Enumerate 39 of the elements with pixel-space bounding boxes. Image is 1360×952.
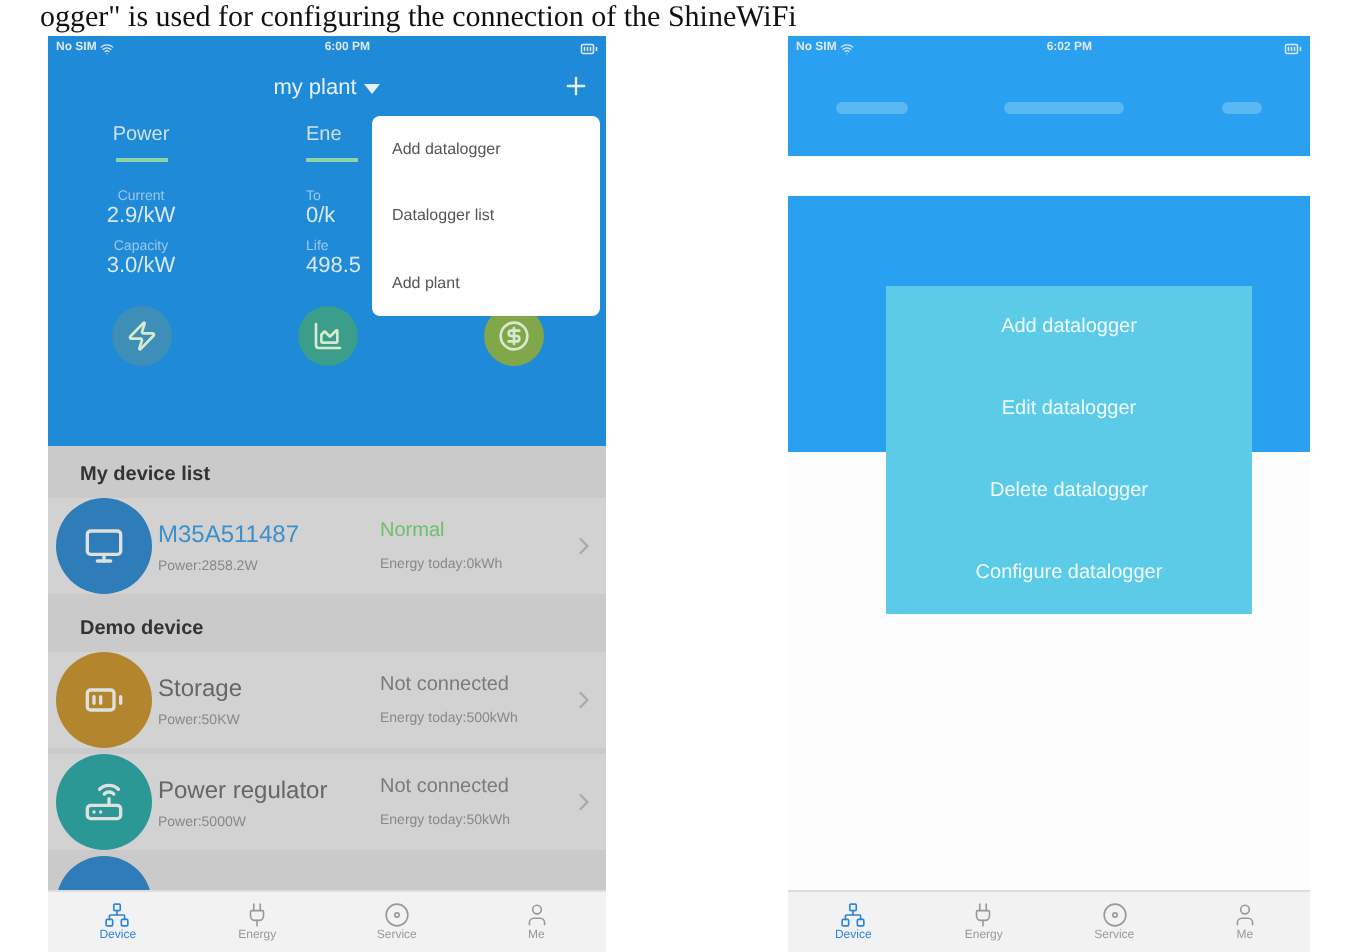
tab-underline: [115, 158, 167, 162]
menu-item[interactable]: Datalogger list: [372, 206, 600, 225]
menu-item[interactable]: Add plant: [372, 273, 600, 292]
dropdown-caret-icon[interactable]: [364, 83, 381, 93]
nav-icon: [1231, 902, 1258, 928]
tab-label[interactable]: Ene: [306, 124, 342, 146]
nav-icon: [104, 902, 131, 928]
nav-icon: [1101, 902, 1128, 928]
nav-icon: [383, 902, 410, 928]
device-name: M35A511487: [158, 519, 301, 547]
device-name: Storage: [158, 673, 245, 701]
wifi-icon: [100, 41, 115, 55]
action-item[interactable]: Configure datalogger: [886, 554, 1252, 592]
stat-value: 498.5: [306, 254, 362, 278]
device-name: Power regulator: [158, 775, 330, 803]
action-item[interactable]: Add datalogger: [886, 308, 1252, 346]
nav-icon: [840, 902, 867, 928]
action-item[interactable]: Delete datalogger: [886, 472, 1252, 510]
action-item[interactable]: Edit datalogger: [886, 390, 1252, 428]
stat-value: 0/k: [306, 204, 336, 228]
add-button[interactable]: [562, 72, 590, 100]
caption-text: ogger" is used for configuring the connection of the ShineWiFi: [38, 0, 799, 36]
nav-icon: [523, 902, 550, 928]
wifi-icon: [840, 41, 855, 55]
device-status: Normal: [380, 520, 447, 542]
device-status: Not connected: [380, 776, 511, 798]
menu-item[interactable]: Add datalogger: [372, 140, 600, 159]
section-title: Demo device: [78, 616, 206, 644]
section-title: My device list: [78, 462, 213, 490]
stat-value: 3.0/kW: [106, 254, 176, 278]
battery-icon: [1284, 39, 1302, 57]
lightning-icon[interactable]: [111, 306, 171, 366]
stat-value: 2.9/kW: [106, 204, 176, 228]
plant-title[interactable]: my plant: [273, 76, 357, 100]
battery-icon: [580, 39, 598, 57]
tab-underline: [306, 158, 358, 162]
tab-label[interactable]: Power: [112, 124, 170, 146]
area-chart-icon[interactable]: [297, 306, 357, 366]
device-status: Not connected: [380, 674, 511, 696]
